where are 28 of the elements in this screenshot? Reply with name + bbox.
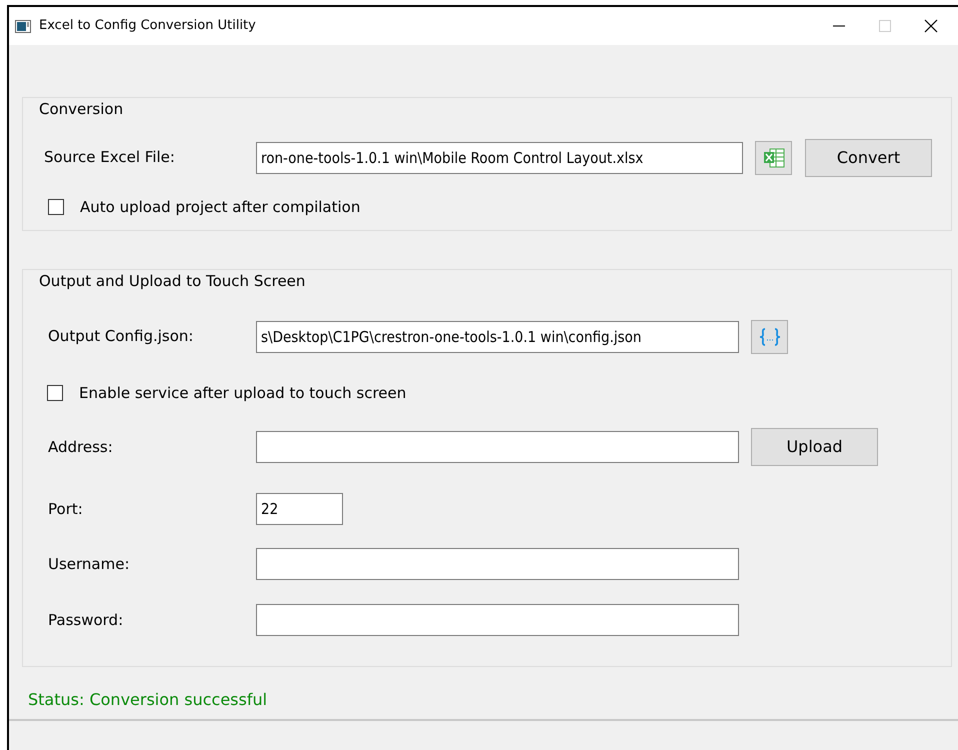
- input-field[interactable]: 22: [256, 493, 343, 525]
- field-label: Output Config.json:: [48, 326, 194, 348]
- checkbox-label: Auto upload project after compilation: [80, 196, 360, 218]
- upload-button[interactable]: Upload: [751, 428, 878, 466]
- input-field[interactable]: [256, 431, 739, 463]
- input-field[interactable]: ron-one-tools-1.0.1 win\Mobile Room Control Layout.xlsx: [256, 142, 743, 174]
- close-icon: [924, 19, 938, 33]
- field-label: Password:: [48, 610, 124, 631]
- braces-icon: [758, 326, 782, 346]
- maximize-icon: [879, 20, 891, 32]
- json-browse-button[interactable]: [751, 320, 788, 354]
- excel-browse-button[interactable]: [755, 140, 792, 174]
- input-field[interactable]: s\Desktop\C1PG\crestron-one-tools-1.0.1 win\config.json: [256, 320, 739, 352]
- minimize-icon: [833, 25, 845, 27]
- field-label: Source Excel File:: [44, 147, 176, 168]
- status-text: Status: Conversion successful: [28, 689, 268, 711]
- window-title: Excel to Config Conversion Utility: [39, 17, 257, 36]
- spreadsheet-icon: [762, 148, 784, 168]
- field-label: Address:: [48, 436, 114, 458]
- checkbox[interactable]: [47, 384, 63, 401]
- field-label: Port:: [48, 498, 84, 520]
- input-field[interactable]: [256, 548, 739, 580]
- field-label: Username:: [48, 554, 131, 575]
- checkbox[interactable]: [48, 198, 64, 215]
- checkbox-label: Enable service after upload to touch screen: [79, 382, 406, 404]
- convert-button[interactable]: Convert: [805, 138, 932, 176]
- app-icon: [15, 20, 31, 32]
- input-field[interactable]: [256, 604, 739, 636]
